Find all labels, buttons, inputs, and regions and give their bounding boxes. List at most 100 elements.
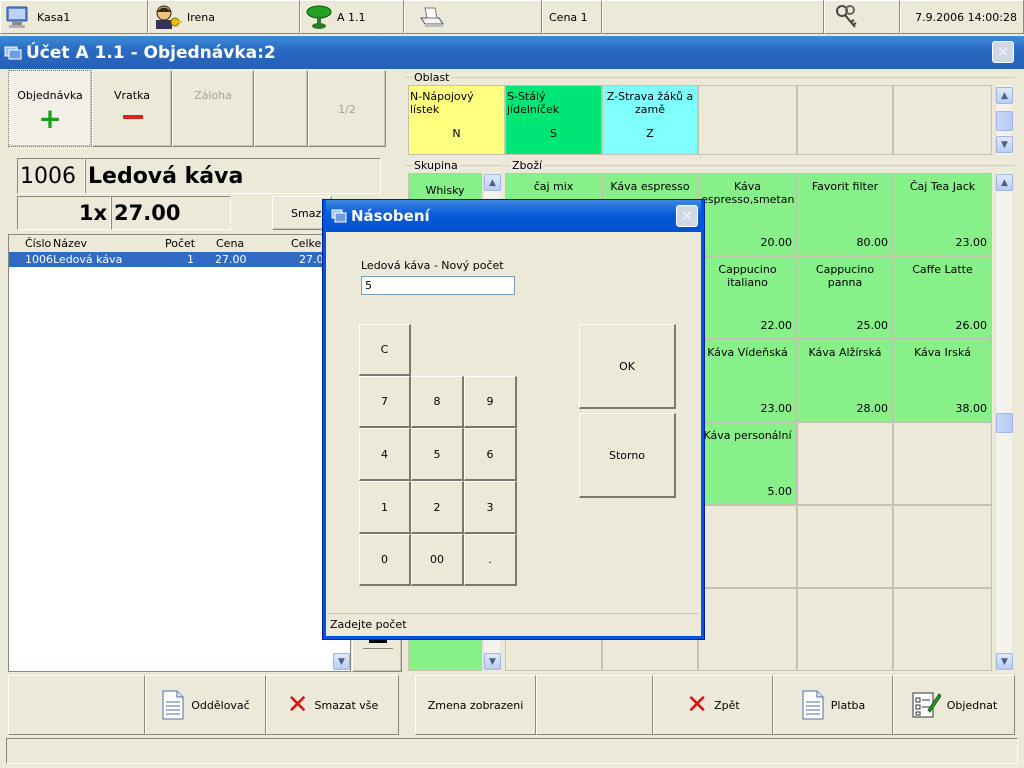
- table-row[interactable]: 1006 Ledová káva 1 27.00 27.00: [9, 252, 339, 267]
- place-order-label: Objednat: [946, 698, 998, 712]
- user-cell: Irena: [148, 0, 300, 34]
- change-view-label: Zmena zobrazeni: [427, 698, 524, 712]
- quantity-input[interactable]: 5: [361, 276, 515, 295]
- order-list-scroll-down[interactable]: ▼: [333, 653, 350, 670]
- goods-item-price: 23.00: [760, 402, 793, 415]
- goods-item[interactable]: Cappucino panna 25.00: [797, 256, 893, 339]
- delete-all-button[interactable]: ✕ Smazat vše: [266, 675, 399, 735]
- printer-cell: [404, 0, 542, 34]
- terminal-name: Kasa1: [37, 10, 71, 24]
- scroll-down-icon[interactable]: ▼: [996, 136, 1013, 153]
- cancel-button[interactable]: Storno: [579, 413, 676, 498]
- key-00[interactable]: 00: [411, 534, 464, 586]
- goods-item-price: 23.00: [955, 236, 988, 249]
- scroll-down-icon[interactable]: ▼: [484, 653, 501, 670]
- order-label: Objednávka: [17, 89, 83, 102]
- area-empty-slot: [893, 85, 992, 155]
- area-item-s[interactable]: S-Stálý jídelníček S: [505, 85, 602, 155]
- goods-empty-slot: [698, 588, 797, 671]
- column-price[interactable]: Cena: [216, 237, 244, 250]
- area-item-z[interactable]: Z-Strava žáků a zamě Z: [602, 85, 698, 155]
- goods-item[interactable]: Káva personální 5.00: [698, 422, 797, 505]
- goods-item[interactable]: Caffe Latte 26.00: [893, 256, 992, 339]
- goods-item[interactable]: Cappucino italiano 22.00: [698, 256, 797, 339]
- scroll-up-icon[interactable]: ▲: [484, 174, 501, 191]
- goods-item-price: 22.00: [760, 319, 793, 332]
- ok-button[interactable]: OK: [579, 324, 676, 409]
- status-strip: [6, 738, 1018, 764]
- window-close-button[interactable]: ✕: [992, 41, 1014, 63]
- goods-item-name: Káva Vídeňská: [707, 346, 788, 359]
- column-name[interactable]: Název: [53, 237, 87, 250]
- document-icon: [162, 690, 184, 720]
- key-7[interactable]: 7: [359, 376, 411, 428]
- separator-button[interactable]: Oddělovač: [145, 675, 266, 735]
- goods-item-name: Čaj Tea Jack: [909, 180, 976, 193]
- document-icon: [802, 690, 824, 720]
- empty-status-cell: [602, 0, 824, 34]
- app-icon: [4, 46, 22, 59]
- delete-all-label: Smazat vše: [314, 698, 379, 712]
- goods-item-name: Káva personální: [703, 429, 792, 442]
- goods-item[interactable]: Čaj Tea Jack 23.00: [893, 173, 992, 256]
- key-4[interactable]: 4: [359, 428, 411, 481]
- item-price-box: 27.00: [111, 196, 231, 230]
- key-5[interactable]: 5: [411, 428, 464, 481]
- order-button[interactable]: Objednávka +: [8, 70, 92, 147]
- move-down-button[interactable]: [352, 637, 402, 672]
- area-item-name: Z-Strava žáků a zamě: [606, 90, 694, 116]
- key-clear[interactable]: C: [359, 324, 411, 376]
- plus-icon: +: [38, 102, 62, 135]
- scroll-down-icon[interactable]: ▼: [996, 653, 1013, 670]
- dialog-close-button[interactable]: ✕: [676, 205, 698, 227]
- key-1[interactable]: 1: [359, 481, 411, 534]
- datetime: 7.9.2006 14:00:28: [915, 10, 1017, 24]
- goods-item[interactable]: Káva Vídeňská 23.00: [698, 339, 797, 422]
- place-order-button[interactable]: Objednat: [893, 675, 1015, 735]
- order-table-header: Číslo Název Počet Cena Celkem: [9, 235, 350, 253]
- goods-item-price: 20.00: [760, 236, 793, 249]
- area-scrollbar[interactable]: ▲ ▼: [995, 85, 1013, 155]
- change-view-button[interactable]: Zmena zobrazeni: [415, 675, 536, 735]
- area-scroll-thumb[interactable]: [996, 111, 1013, 131]
- key-3[interactable]: 3: [464, 481, 517, 534]
- column-qty[interactable]: Počet: [165, 237, 195, 250]
- row-price: 27.00: [215, 253, 247, 266]
- key-8[interactable]: 8: [411, 376, 464, 428]
- back-button[interactable]: ✕ Zpět: [653, 675, 773, 735]
- goods-item[interactable]: Káva espresso,smetan 20.00: [698, 173, 797, 256]
- goods-item-price: 28.00: [856, 402, 889, 415]
- deposit-button[interactable]: Záloha: [172, 70, 254, 147]
- item-code: 1006: [20, 163, 76, 189]
- minus-icon: [123, 115, 143, 119]
- dialog-status-bar: Zadejte počet: [328, 613, 699, 633]
- goods-empty-slot: [698, 505, 797, 588]
- goods-label: Zboží: [510, 159, 545, 172]
- key-9[interactable]: 9: [464, 376, 517, 428]
- key-0[interactable]: 0: [359, 534, 411, 586]
- payment-button[interactable]: Platba: [773, 675, 893, 735]
- key-decimal[interactable]: .: [464, 534, 517, 586]
- goods-scroll-thumb[interactable]: [996, 413, 1013, 433]
- item-price: 27.00: [114, 201, 181, 225]
- separator-label: Oddělovač: [191, 698, 250, 712]
- column-code[interactable]: Číslo: [25, 237, 51, 250]
- key-2[interactable]: 2: [411, 481, 464, 534]
- order-form-icon: [912, 692, 941, 718]
- scroll-up-icon[interactable]: ▲: [996, 87, 1013, 104]
- goods-scrollbar[interactable]: ▲ ▼: [995, 173, 1013, 671]
- row-qty: 1: [187, 253, 194, 266]
- key-6[interactable]: 6: [464, 428, 517, 481]
- goods-item-name: čaj mix: [533, 180, 574, 193]
- goods-item[interactable]: Káva Alžírská 28.00: [797, 339, 893, 422]
- refund-button[interactable]: Vratka: [92, 70, 172, 147]
- area-item-n[interactable]: N-Nápojový lístek N: [408, 85, 505, 155]
- price-level: Cena 1: [549, 10, 588, 24]
- multiply-dialog: Násobení ✕ Ledová káva - Nový počet 5 C …: [323, 200, 704, 639]
- page-button[interactable]: 1/2: [308, 70, 386, 147]
- goods-item[interactable]: Favorit filter 80.00: [797, 173, 893, 256]
- scroll-up-icon[interactable]: ▲: [996, 174, 1013, 191]
- terminal-cell: Kasa1: [0, 0, 148, 34]
- goods-item-name: Káva espresso: [610, 180, 690, 193]
- goods-item[interactable]: Káva Irská 38.00: [893, 339, 992, 422]
